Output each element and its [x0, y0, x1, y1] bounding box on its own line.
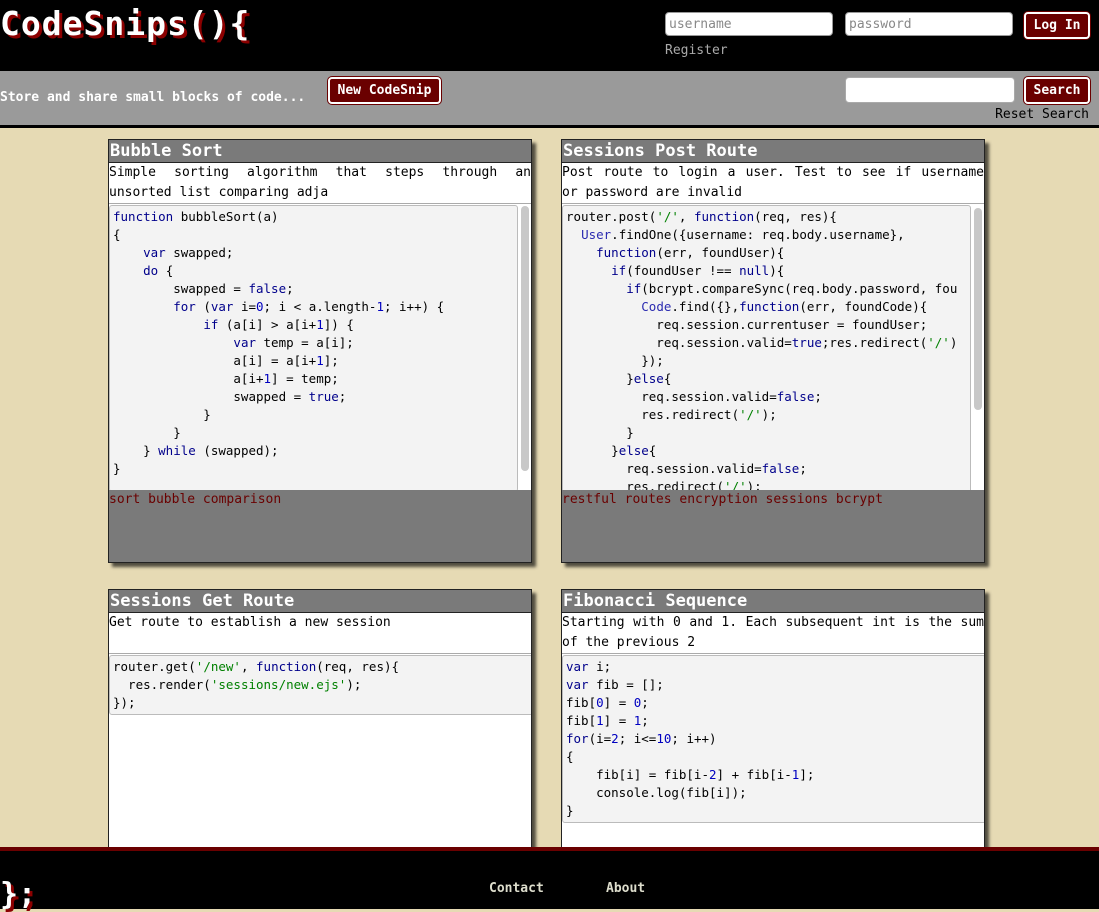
snip-card: Sessions Post Route Post route to login …: [561, 139, 985, 563]
snip-description: Get route to establish a new session: [109, 613, 531, 654]
password-input[interactable]: [845, 12, 1013, 36]
login-button[interactable]: Log In: [1024, 12, 1090, 39]
code-block[interactable]: router.post('/', function(req, res){ Use…: [562, 205, 971, 497]
code-block[interactable]: router.get('/new', function(req, res){ r…: [109, 655, 531, 715]
snip-description: Starting with 0 and 1. Each subsequent i…: [562, 613, 984, 654]
code-text: router.get('/new', function(req, res){ r…: [113, 659, 400, 710]
new-codesnip-button[interactable]: New CodeSnip: [328, 77, 441, 104]
code-scrollbar[interactable]: [521, 206, 529, 471]
code-block[interactable]: var i; var fib = []; fib[0] = 0; fib[1] …: [562, 655, 984, 823]
code-text: function bubbleSort(a) { var swapped; do…: [113, 209, 445, 476]
snip-description: Simple sorting algorithm that steps thro…: [109, 163, 531, 204]
snip-card: Bubble Sort Simple sorting algorithm tha…: [108, 139, 532, 563]
snip-tags: sort bubble comparison: [109, 490, 531, 562]
about-link[interactable]: About: [606, 881, 645, 896]
search-button[interactable]: Search: [1024, 77, 1090, 104]
code-text: var i; var fib = []; fib[0] = 0; fib[1] …: [566, 659, 815, 818]
code-block[interactable]: function bubbleSort(a) { var swapped; do…: [109, 205, 518, 492]
contact-link[interactable]: Contact: [489, 881, 544, 896]
search-input[interactable]: [845, 77, 1015, 103]
snip-description: Post route to login a user. Test to see …: [562, 163, 984, 204]
snip-title[interactable]: Fibonacci Sequence: [562, 590, 984, 613]
toolbar: Store and share small blocks of code... …: [0, 71, 1099, 128]
tagline: Store and share small blocks of code...: [0, 90, 306, 105]
snip-title[interactable]: Sessions Post Route: [562, 140, 984, 163]
snip-tags: restful routes encryption sessions bcryp…: [562, 490, 984, 562]
snip-card: Sessions Get Route Get route to establis…: [108, 589, 532, 851]
snip-title[interactable]: Sessions Get Route: [109, 590, 531, 613]
register-link[interactable]: Register: [665, 43, 728, 58]
username-input[interactable]: [665, 12, 833, 36]
footer-logo: };: [0, 877, 37, 912]
footer: }; Contact About: [0, 847, 1099, 912]
snip-title[interactable]: Bubble Sort: [109, 140, 531, 163]
code-scrollbar[interactable]: [974, 208, 982, 410]
snip-card: Fibonacci Sequence Starting with 0 and 1…: [561, 589, 985, 851]
code-text: router.post('/', function(req, res){ Use…: [566, 209, 958, 494]
top-header: CodeSnips(){ Log In Register: [0, 0, 1099, 71]
reset-search-link[interactable]: Reset Search: [995, 107, 1089, 122]
site-logo[interactable]: CodeSnips(){: [0, 4, 250, 43]
